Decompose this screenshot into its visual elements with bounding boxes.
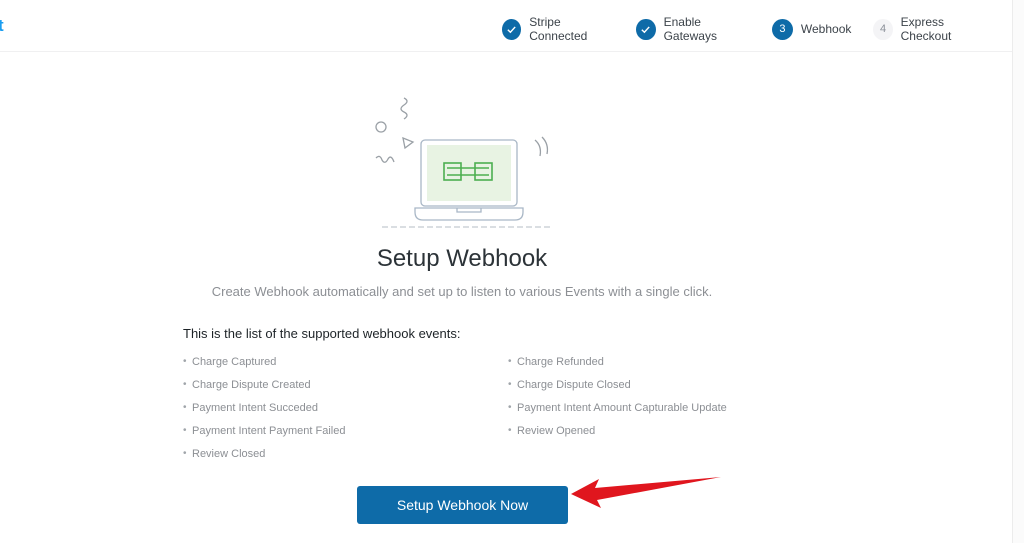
- list-item: • Review Opened: [508, 424, 727, 447]
- event-label: Payment Intent Amount Capturable Update: [517, 402, 727, 414]
- step-webhook[interactable]: 3 Webhook: [771, 18, 852, 40]
- events-list-heading: This is the list of the supported webhoo…: [183, 326, 461, 341]
- bullet-icon: •: [183, 448, 187, 459]
- list-item: • Charge Dispute Closed: [508, 378, 727, 401]
- squiggle-icon: [400, 97, 408, 120]
- scrollbar-edge: [1012, 0, 1024, 543]
- event-label: Charge Dispute Created: [192, 379, 311, 391]
- check-icon: [502, 18, 522, 40]
- event-label: Review Closed: [192, 448, 266, 460]
- page-title: Setup Webhook: [376, 245, 548, 272]
- setup-webhook-now-button[interactable]: Setup Webhook Now: [357, 486, 568, 524]
- setup-steps: Stripe Connected Enable Gateways 3 Webho…: [502, 15, 1012, 43]
- events-list-left: • Charge Captured • Charge Dispute Created…: [183, 355, 345, 470]
- step-label: Stripe Connected: [529, 15, 588, 43]
- event-label: Charge Captured: [192, 356, 277, 368]
- bullet-icon: •: [183, 425, 187, 436]
- step-number: 3: [771, 18, 793, 40]
- bullet-icon: •: [508, 379, 512, 390]
- list-item: • Payment Intent Payment Failed: [183, 424, 345, 447]
- step-number: 4: [873, 18, 893, 40]
- event-label: Charge Refunded: [517, 356, 604, 368]
- bullet-icon: •: [508, 425, 512, 436]
- step-enable-gateways[interactable]: Enable Gateways: [636, 15, 750, 43]
- check-icon: [636, 18, 656, 40]
- bullet-icon: •: [508, 356, 512, 367]
- list-item: • Charge Refunded: [508, 355, 727, 378]
- red-arrow-annotation-icon: [571, 477, 721, 508]
- squiggle-icon: [375, 155, 395, 163]
- event-label: Payment Intent Succeded: [192, 402, 318, 414]
- bullet-icon: •: [183, 402, 187, 413]
- step-label: Enable Gateways: [663, 15, 717, 43]
- step-label: Express Checkout: [900, 15, 952, 43]
- list-item: • Payment Intent Succeded: [183, 401, 345, 424]
- laptop-base: [414, 207, 524, 221]
- bullet-icon: •: [183, 379, 187, 390]
- logo[interactable]: t: [0, 16, 4, 36]
- events-list-right: • Charge Refunded • Charge Dispute Closed …: [508, 355, 727, 447]
- list-item: • Charge Captured: [183, 355, 345, 378]
- circle-icon: [375, 121, 387, 133]
- bullet-icon: •: [183, 356, 187, 367]
- bullet-icon: •: [508, 402, 512, 413]
- list-item: • Payment Intent Amount Capturable Update: [508, 401, 727, 424]
- wave-icon: [534, 136, 549, 157]
- step-express-checkout[interactable]: 4 Express Checkout: [873, 15, 990, 43]
- event-label: Payment Intent Payment Failed: [192, 425, 346, 437]
- list-item: • Charge Dispute Created: [183, 378, 345, 401]
- event-label: Charge Dispute Closed: [517, 379, 631, 391]
- header: t Stripe Connected Enable Gateways 3 Web…: [0, 0, 1012, 52]
- event-label: Review Opened: [517, 425, 596, 437]
- laptop-webhook-illustration: [375, 97, 552, 228]
- list-item: • Review Closed: [183, 447, 345, 470]
- step-label: Webhook: [800, 22, 852, 36]
- step-stripe-connected[interactable]: Stripe Connected: [502, 15, 614, 43]
- triangle-icon: [402, 136, 415, 150]
- page-subtitle: Create Webhook automatically and set up …: [211, 284, 713, 299]
